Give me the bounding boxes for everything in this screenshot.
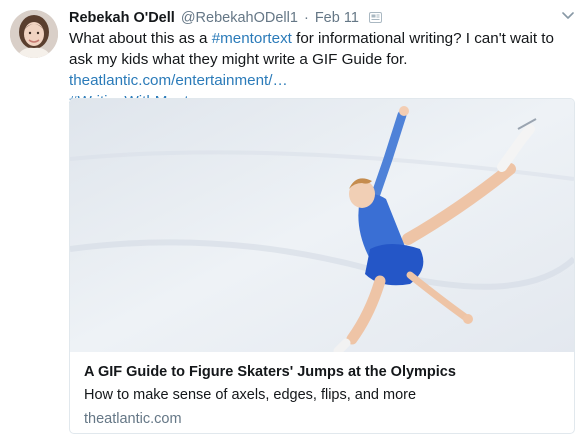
author-name[interactable]: Rebekah O'Dell [69, 10, 175, 26]
avatar[interactable] [10, 10, 58, 58]
tweet-header: Rebekah O'Dell @RebekahODell1 · Feb 11 [69, 8, 579, 28]
card-description: How to make sense of axels, edges, flips… [84, 387, 417, 403]
separator-dot: · [303, 10, 309, 26]
link-card[interactable]: A GIF Guide to Figure Skaters' Jumps at … [69, 98, 575, 434]
card-body: A GIF Guide to Figure Skaters' Jumps at … [70, 352, 574, 429]
hashtag-mentortext[interactable]: #mentortext [212, 30, 292, 47]
author-handle[interactable]: @RebekahODell1 [181, 10, 298, 26]
tweet-timestamp[interactable]: Feb 11 [315, 10, 359, 26]
card-title[interactable]: A GIF Guide to Figure Skaters' Jumps at … [84, 363, 560, 382]
tweet-text-part: What about this as a [69, 30, 212, 47]
tweet[interactable]: Rebekah O'Dell @RebekahODell1 · Feb 11 W… [0, 0, 588, 439]
chevron-down-icon[interactable] [562, 12, 574, 20]
card-icon [368, 12, 382, 23]
tweet-content: Rebekah O'Dell @RebekahODell1 · Feb 11 W… [69, 8, 579, 112]
card-domain: theatlantic.com [84, 411, 182, 427]
card-image[interactable] [70, 99, 574, 352]
tweet-link[interactable]: theatlantic.com/entertainment/… [69, 72, 288, 89]
